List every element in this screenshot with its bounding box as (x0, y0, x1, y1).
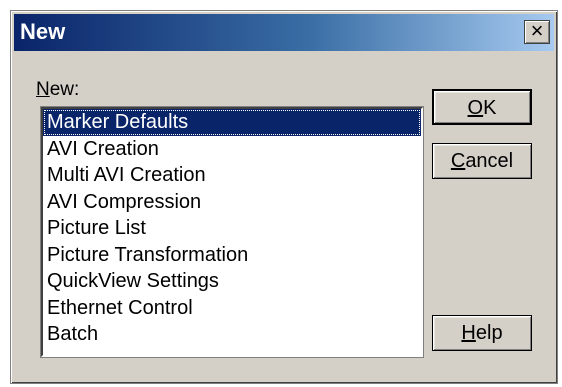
list-label-mnemonic: N (36, 79, 50, 100)
cancel-button[interactable]: Cancel (432, 143, 532, 179)
window-title: New (20, 19, 66, 44)
ok-button-label-rest: K (483, 97, 497, 119)
list-label: New: (36, 79, 79, 101)
new-type-listbox[interactable]: Marker Defaults AVI Creation Multi AVI C… (40, 106, 424, 358)
list-item-picture-transformation[interactable]: Picture Transformation (43, 242, 421, 269)
list-item-multi-avi-creation[interactable]: Multi AVI Creation (43, 162, 421, 189)
list-item-batch[interactable]: Batch (43, 321, 421, 348)
list-label-rest: ew: (49, 79, 80, 100)
close-button[interactable]: × (524, 20, 550, 44)
help-button[interactable]: Help (432, 315, 532, 351)
close-icon: × (530, 18, 544, 43)
cancel-button-label-rest: ancel (465, 150, 514, 172)
list-item-ethernet-control[interactable]: Ethernet Control (43, 295, 421, 322)
cancel-button-mnemonic: C (450, 150, 466, 172)
ok-button[interactable]: OK (432, 89, 532, 125)
list-item-avi-compression[interactable]: AVI Compression (43, 189, 421, 216)
help-button-label-rest: elp (475, 322, 503, 344)
ok-button-mnemonic: O (467, 97, 484, 119)
list-item-marker-defaults[interactable]: Marker Defaults (43, 109, 421, 136)
new-dialog: New × New: Marker Defaults AVI Creation … (10, 10, 558, 384)
list-item-avi-creation[interactable]: AVI Creation (43, 136, 421, 163)
list-item-picture-list[interactable]: Picture List (43, 215, 421, 242)
help-button-mnemonic: H (461, 322, 476, 344)
list-item-quickview-settings[interactable]: QuickView Settings (43, 268, 421, 295)
title-bar[interactable]: New × (14, 14, 554, 51)
